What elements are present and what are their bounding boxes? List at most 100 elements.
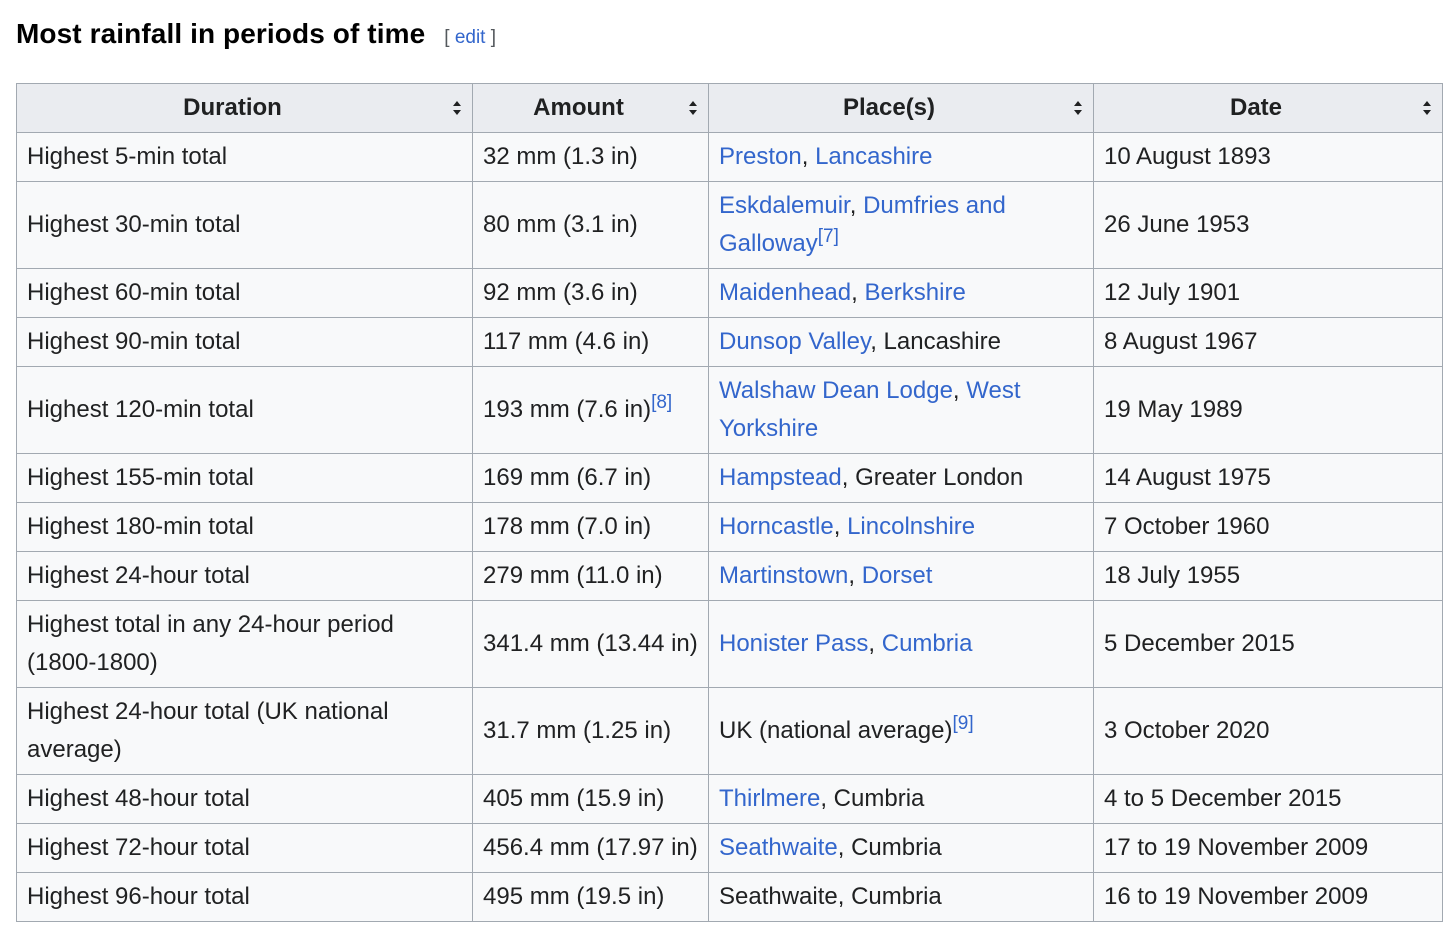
place-link[interactable]: Preston	[719, 143, 802, 170]
amount-text: 80 mm (3.1 in)	[483, 211, 638, 238]
place-link[interactable]: Martinstown	[719, 562, 848, 589]
cell-duration: Highest 5-min total	[16, 132, 473, 182]
header-row: Duration Amount Place(s) Date	[16, 83, 1443, 133]
header-label: Place(s)	[842, 94, 936, 121]
place-link[interactable]: Cumbria	[882, 630, 973, 657]
amount-text: 32 mm (1.3 in)	[483, 143, 638, 170]
table-row: Highest total in any 24-hour period (180…	[16, 600, 1443, 688]
reference-link[interactable]: [8]	[651, 392, 672, 413]
amount-text: 456.4 mm (17.97 in)	[483, 834, 698, 861]
cell-place: Dunsop Valley, Lancashire	[708, 317, 1094, 367]
reference-superscript: [7]	[818, 226, 839, 247]
place-link[interactable]: Thirlmere	[719, 785, 820, 812]
cell-place: Maidenhead, Berkshire	[708, 268, 1094, 318]
cell-date: 18 July 1955	[1093, 551, 1443, 601]
table-row: Highest 72-hour total 456.4 mm (17.97 in)…	[16, 823, 1443, 873]
cell-amount: 117 mm (4.6 in)	[472, 317, 709, 367]
cell-duration: Highest 48-hour total	[16, 774, 473, 824]
place-text: ,	[868, 630, 882, 657]
section-title: Most rainfall in periods of time	[16, 18, 426, 49]
place-link[interactable]: Dorset	[862, 562, 933, 589]
amount-text: 405 mm (15.9 in)	[483, 785, 665, 812]
cell-amount: 456.4 mm (17.97 in)	[472, 823, 709, 873]
place-link[interactable]: Walshaw Dean Lodge	[719, 377, 953, 404]
place-link[interactable]: Lincolnshire	[847, 513, 975, 540]
table-row: Highest 180-min total 178 mm (7.0 in) Horn…	[16, 502, 1443, 552]
cell-duration: Highest 24-hour total (UK national avera…	[16, 687, 473, 775]
table-row: Highest 90-min total 117 mm (4.6 in) Dunso…	[16, 317, 1443, 367]
cell-duration: Highest 24-hour total	[16, 551, 473, 601]
place-text: ,	[849, 192, 864, 219]
edit-close-bracket: ]	[490, 27, 497, 48]
cell-date: 14 August 1975	[1093, 453, 1443, 503]
place-link[interactable]: Hampstead	[719, 464, 842, 491]
cell-amount: 32 mm (1.3 in)	[472, 132, 709, 182]
amount-text: 193 mm (7.6 in)	[483, 396, 652, 423]
cell-amount: 169 mm (6.7 in)	[472, 453, 709, 503]
cell-date: 19 May 1989	[1093, 366, 1443, 454]
place-text: UK (national average)	[719, 717, 953, 744]
table-row: Highest 96-hour total 495 mm (19.5 in) Sea…	[16, 872, 1443, 922]
cell-date: 10 August 1893	[1093, 132, 1443, 182]
cell-place: Honister Pass, Cumbria	[708, 600, 1094, 688]
place-text: ,	[801, 143, 816, 170]
cell-date: 17 to 19 November 2009	[1093, 823, 1443, 873]
edit-section: [ edit ]	[444, 27, 496, 49]
table-row: Highest 5-min total 32 mm (1.3 in) Preston…	[16, 132, 1443, 182]
table-body: Highest 5-min total 32 mm (1.3 in) Preston…	[16, 132, 1443, 922]
cell-date: 3 October 2020	[1093, 687, 1443, 775]
place-link[interactable]: Berkshire	[864, 279, 965, 306]
cell-place: Walshaw Dean Lodge, West Yorkshire	[708, 366, 1094, 454]
amount-text: 169 mm (6.7 in)	[483, 464, 652, 491]
cell-date: 12 July 1901	[1093, 268, 1443, 318]
header-label: Amount	[533, 94, 624, 121]
cell-duration: Highest 155-min total	[16, 453, 473, 503]
cell-amount: 279 mm (11.0 in)	[472, 551, 709, 601]
section-heading: Most rainfall in periods of time [ edit …	[16, 14, 496, 54]
place-text: , Cumbria	[820, 785, 925, 812]
header-amount[interactable]: Amount	[472, 83, 709, 133]
cell-duration: Highest 120-min total	[16, 366, 473, 454]
reference-link[interactable]: [7]	[818, 226, 839, 247]
sort-arrows-icon[interactable]	[688, 100, 698, 116]
cell-duration: Highest 180-min total	[16, 502, 473, 552]
place-text: Seathwaite, Cumbria	[719, 883, 942, 910]
place-link[interactable]: Honister Pass	[719, 630, 868, 657]
sort-arrows-icon[interactable]	[1073, 100, 1083, 116]
cell-duration: Highest 90-min total	[16, 317, 473, 367]
cell-place: Seathwaite, Cumbria	[708, 872, 1094, 922]
cell-amount: 405 mm (15.9 in)	[472, 774, 709, 824]
cell-duration: Highest 60-min total	[16, 268, 473, 318]
cell-place: Horncastle, Lincolnshire	[708, 502, 1094, 552]
place-link[interactable]: Maidenhead	[719, 279, 851, 306]
header-duration[interactable]: Duration	[16, 83, 473, 133]
place-link[interactable]: Seathwaite	[719, 834, 838, 861]
cell-place: Hampstead, Greater London	[708, 453, 1094, 503]
cell-amount: 31.7 mm (1.25 in)	[472, 687, 709, 775]
place-link[interactable]: Lancashire	[815, 143, 932, 170]
cell-duration: Highest total in any 24-hour period (180…	[16, 600, 473, 688]
header-places[interactable]: Place(s)	[708, 83, 1094, 133]
cell-amount: 193 mm (7.6 in)[8]	[472, 366, 709, 454]
place-text: ,	[952, 377, 967, 404]
amount-text: 31.7 mm (1.25 in)	[483, 717, 672, 744]
sort-arrows-icon[interactable]	[452, 100, 462, 116]
edit-link[interactable]: edit	[455, 27, 486, 48]
amount-text: 117 mm (4.6 in)	[483, 328, 650, 355]
cell-place: Preston, Lancashire	[708, 132, 1094, 182]
cell-duration: Highest 96-hour total	[16, 872, 473, 922]
table-row: Highest 120-min total 193 mm (7.6 in)[8] W…	[16, 366, 1443, 454]
place-link[interactable]: Dunsop Valley	[719, 328, 870, 355]
cell-amount: 178 mm (7.0 in)	[472, 502, 709, 552]
place-link[interactable]: Horncastle	[719, 513, 834, 540]
header-date[interactable]: Date	[1093, 83, 1443, 133]
cell-date: 4 to 5 December 2015	[1093, 774, 1443, 824]
place-link[interactable]: Eskdalemuir	[719, 192, 850, 219]
sort-arrows-icon[interactable]	[1422, 100, 1432, 116]
cell-date: 7 October 1960	[1093, 502, 1443, 552]
place-text: ,	[851, 279, 865, 306]
place-text: , Cumbria	[837, 834, 942, 861]
amount-text: 341.4 mm (13.44 in)	[483, 630, 698, 657]
rainfall-table: Duration Amount Place(s) Date Highest 5-…	[16, 83, 1443, 922]
reference-link[interactable]: [9]	[952, 713, 973, 734]
